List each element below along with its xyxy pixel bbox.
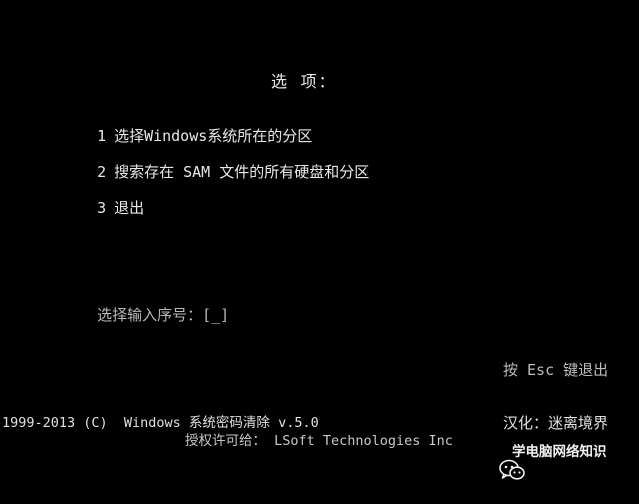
wechat-icon bbox=[480, 441, 525, 480]
license-text: 授权许可给： LSoft Technologies Inc bbox=[185, 433, 453, 449]
option-label: 选择Windows系统所在的分区 bbox=[114, 127, 313, 145]
prompt-label: 选择输入序号： bbox=[97, 306, 203, 324]
selection-input[interactable]: [_] bbox=[202, 306, 229, 324]
esc-exit-hint: 按 Esc 键退出 bbox=[503, 361, 609, 379]
copyright-text: 1999-2013 (C) Windows 系统密码清除 v.5.0 bbox=[2, 415, 319, 431]
menu-option-3[interactable]: 3 退出 bbox=[79, 181, 144, 217]
option-number: 2 bbox=[97, 163, 107, 181]
selection-prompt: 选择输入序号：[_] bbox=[79, 288, 229, 324]
watermark-text: 学电脑网络知识 bbox=[512, 444, 607, 460]
option-label: 搜索存在 SAM 文件的所有硬盘和分区 bbox=[114, 163, 370, 181]
menu-option-1[interactable]: 1 选择Windows系统所在的分区 bbox=[79, 109, 312, 145]
watermark: 学电脑网络知识 bbox=[480, 441, 607, 480]
option-number: 3 bbox=[97, 199, 107, 217]
option-number: 1 bbox=[97, 127, 107, 145]
menu-title: 选 项： bbox=[271, 72, 337, 91]
menu-option-2[interactable]: 2 搜索存在 SAM 文件的所有硬盘和分区 bbox=[79, 145, 369, 181]
translator-credit: 汉化：迷离境界 bbox=[503, 414, 609, 432]
option-label: 退出 bbox=[114, 199, 145, 217]
